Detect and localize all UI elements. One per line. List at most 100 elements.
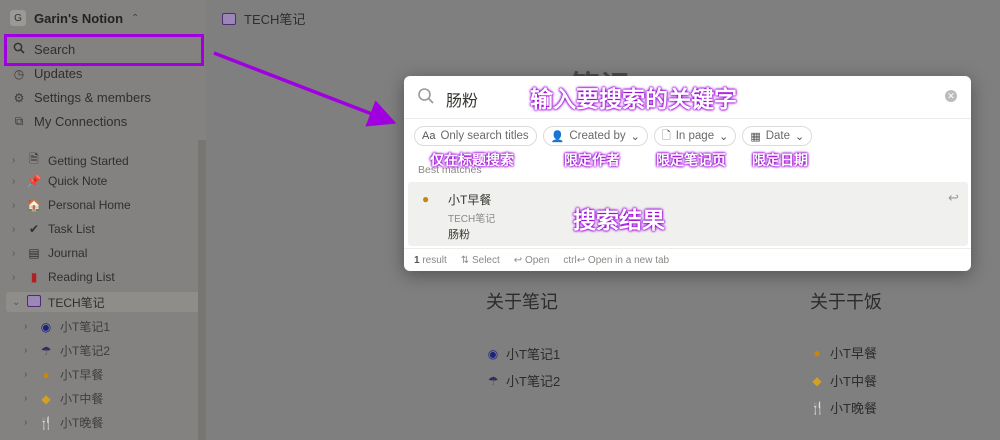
filter-bar: Aa Only search titles 👤 Created by ⌄ 🗋 I… (414, 126, 813, 148)
chevron-right-icon[interactable]: › (24, 417, 32, 428)
check-icon: ✔ (28, 222, 40, 236)
result-title: 小T早餐 (448, 193, 492, 207)
link-lunch[interactable]: ◆ 小T中餐 (810, 371, 877, 390)
book-icon: ▮ (30, 270, 38, 284)
search-result[interactable]: ● 小T早餐 TECH笔记 肠粉 ↩ (408, 182, 968, 246)
enter-icon: ↩ (948, 190, 959, 205)
page-personal-home[interactable]: › 🏠 Personal Home (12, 198, 131, 212)
nav-updates-label: Updates (34, 66, 83, 81)
page-label: Quick Note (48, 174, 108, 188)
annotation-title-only: 仅在标题搜索 (430, 152, 514, 168)
page-quick-note[interactable]: › 📌 Quick Note (12, 174, 107, 188)
subpage-label: 小T笔记1 (60, 320, 111, 334)
subpage-label: 小T笔记2 (60, 344, 111, 358)
page-label: Reading List (48, 270, 115, 284)
chevron-right-icon[interactable]: › (24, 345, 32, 356)
filter-label: In page (675, 130, 715, 142)
target-icon: ◉ (487, 346, 499, 361)
sidebar: G Garin's Notion ⌃ Search ◷ Updates ⚙ Se… (0, 0, 206, 440)
enter-icon: ↩ (576, 254, 586, 266)
utensils-icon: 🍴 (38, 415, 54, 430)
filter-created-by[interactable]: 👤 Created by ⌄ (542, 126, 648, 146)
page-reading-list[interactable]: › ▮ Reading List (12, 270, 115, 284)
subpage-breakfast[interactable]: › ● 小T早餐 (24, 366, 103, 383)
search-highlight-box (4, 34, 204, 66)
nav-updates[interactable]: ◷ Updates (12, 66, 83, 81)
subpage-note1[interactable]: › ◉ 小T笔记1 (24, 318, 110, 335)
database-icon (222, 12, 236, 25)
filter-in-page[interactable]: 🗋 In page ⌄ (653, 126, 737, 146)
workspace-switcher[interactable]: G Garin's Notion ⌃ (10, 9, 139, 27)
page-journal[interactable]: › ▤ Journal (12, 246, 87, 260)
filter-label: Created by (569, 130, 626, 142)
home-icon: 🏠 (26, 198, 42, 212)
clear-icon[interactable]: ✕ (945, 90, 957, 102)
updown-icon: ⇅ (460, 254, 470, 266)
result-count: 1 result (414, 254, 447, 266)
chevron-right-icon[interactable]: › (12, 200, 20, 211)
breadcrumb[interactable]: TECH笔记 (222, 9, 305, 28)
chevron-down-icon: ⌄ (630, 130, 640, 143)
select-hint: ⇅ Select (460, 254, 500, 266)
chevron-right-icon[interactable]: › (12, 155, 20, 166)
workspace-name: Garin's Notion (34, 10, 124, 26)
subpage-dinner[interactable]: › 🍴 小T晚餐 (24, 414, 103, 431)
page-getting-started[interactable]: › 🗎 Getting Started (12, 150, 129, 171)
chevron-right-icon[interactable]: › (12, 224, 20, 235)
annotation-keyword: 输入要搜索的关键字 (530, 86, 737, 112)
modal-footer: 1 result ⇅ Select ↩ Open ctrl↩ Open in a… (404, 248, 971, 271)
page-label: Getting Started (48, 153, 129, 168)
subpage-note2[interactable]: › ☂ 小T笔记2 (24, 342, 110, 359)
utensils-icon: 🍴 (810, 400, 825, 415)
link-note2[interactable]: ☂ 小T笔记2 (486, 371, 561, 390)
search-icon (418, 88, 434, 104)
filter-date[interactable]: ▦ Date ⌄ (742, 126, 813, 146)
chevron-down-icon: ⌄ (795, 130, 805, 143)
target-icon: ◉ (40, 319, 52, 334)
enter-icon: ↩ (513, 254, 523, 266)
sidebar-scrollbar[interactable] (198, 140, 206, 440)
link-label: 小T晚餐 (830, 401, 877, 416)
nav-connections[interactable]: ⧉ My Connections (12, 114, 128, 129)
search-query[interactable]: 肠粉 (446, 87, 478, 111)
chevron-down-icon[interactable]: ⌄ (12, 297, 20, 308)
result-path: TECH笔记 (448, 214, 496, 225)
link-note1[interactable]: ◉ 小T笔记1 (486, 344, 560, 363)
link-dinner[interactable]: 🍴 小T晚餐 (810, 398, 877, 417)
chevron-right-icon[interactable]: › (24, 393, 32, 404)
filter-title-only[interactable]: Aa Only search titles (414, 126, 537, 146)
page-label: Personal Home (48, 198, 131, 212)
annotation-results: 搜索结果 (573, 207, 665, 233)
chevron-right-icon[interactable]: › (24, 369, 32, 380)
page-label: Task List (48, 222, 95, 236)
chevron-right-icon[interactable]: › (12, 272, 20, 283)
subpage-label: 小T早餐 (60, 368, 104, 382)
page-label: Journal (48, 246, 88, 260)
dumpling-icon: ◆ (41, 391, 51, 406)
gear-icon: ⚙ (13, 90, 25, 105)
link-label: 小T中餐 (830, 374, 877, 389)
annotation-author: 限定作者 (564, 152, 620, 168)
chevron-right-icon[interactable]: › (24, 321, 32, 332)
dumpling-icon: ◆ (812, 373, 822, 388)
subpage-lunch[interactable]: › ◆ 小T中餐 (24, 390, 103, 407)
calendar-icon: ▦ (750, 130, 761, 143)
pin-icon: 📌 (26, 174, 42, 188)
notebook-icon: ▤ (28, 246, 40, 260)
page-label: TECH笔记 (48, 295, 105, 310)
nav-settings-label: Settings & members (34, 90, 152, 105)
chevron-right-icon[interactable]: › (12, 176, 20, 187)
subpage-label: 小T晚餐 (60, 416, 104, 430)
workspace-avatar: G (10, 10, 26, 26)
subpage-label: 小T中餐 (60, 392, 104, 406)
pancake-icon: ● (42, 367, 50, 382)
nav-settings[interactable]: ⚙ Settings & members (12, 90, 151, 105)
page-task-list[interactable]: › ✔ Task List (12, 222, 95, 236)
document-icon: 🗎 (29, 152, 39, 166)
connections-icon: ⧉ (14, 114, 24, 128)
link-breakfast[interactable]: ● 小T早餐 (810, 343, 877, 362)
page-tech-notes[interactable]: ⌄ TECH笔记 (6, 292, 200, 312)
pancake-icon: ● (813, 345, 821, 360)
column-heading-food: 关于干饭 (810, 292, 882, 312)
chevron-right-icon[interactable]: › (12, 248, 20, 259)
